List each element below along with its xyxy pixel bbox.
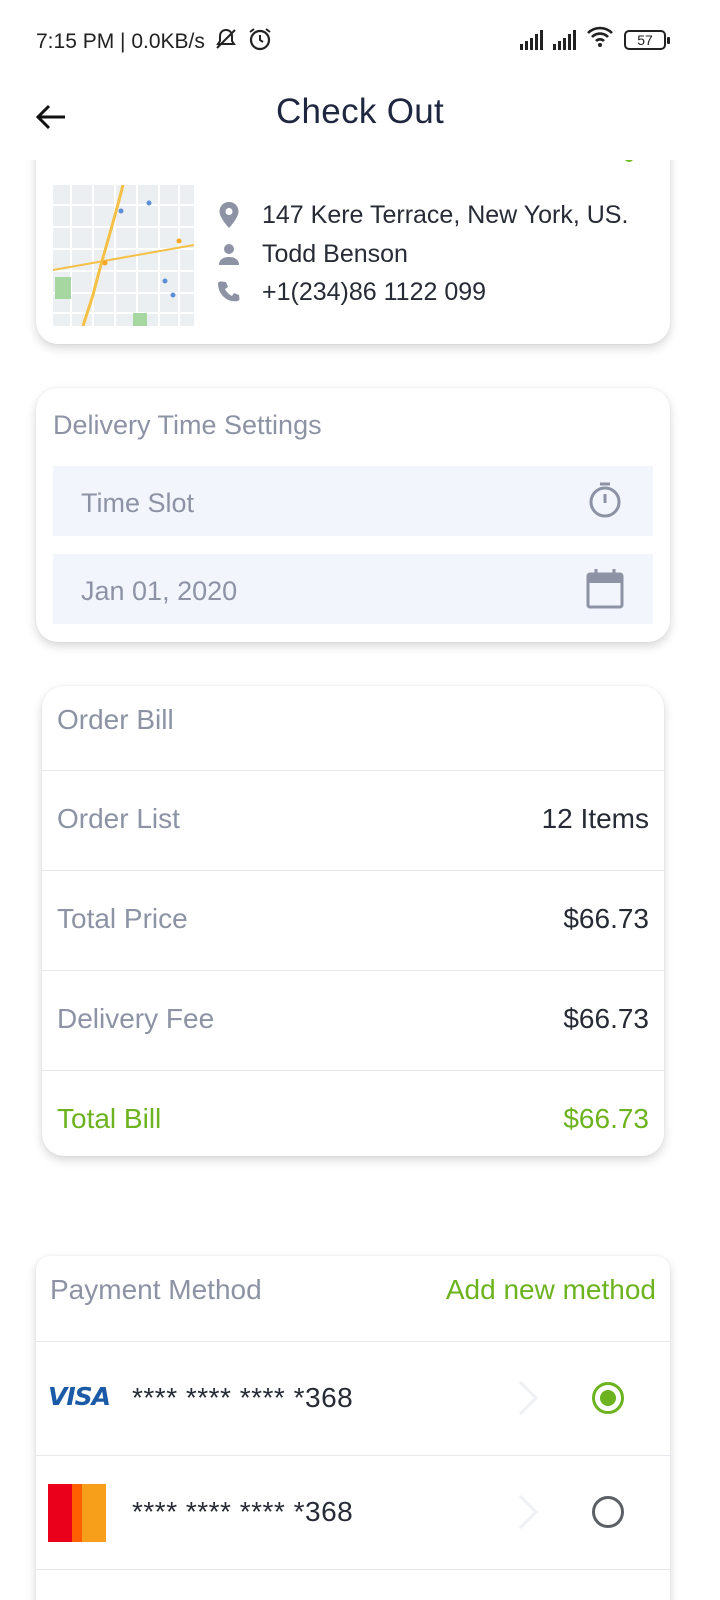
muted-bell-icon	[213, 27, 239, 57]
alarm-icon	[247, 26, 273, 58]
time-slot-field[interactable]: Time Slot	[53, 466, 653, 536]
total-bill-row: Total Bill $66.73	[42, 1070, 664, 1156]
payment-method-card: Payment Method Add new method VISA **** …	[36, 1256, 670, 1600]
payment-header: Payment Method Add new method	[36, 1256, 670, 1342]
delivery-time-title: Delivery Time Settings	[53, 410, 322, 440]
total-price-row: Total Price $66.73	[42, 870, 664, 970]
bill-row-value: 12 Items	[541, 803, 649, 834]
app-header: Check Out	[0, 80, 720, 160]
signal-icon	[520, 29, 543, 50]
address-phone: +1(234)86 1122 099	[262, 277, 487, 306]
payment-method-mastercard[interactable]: **** **** **** *368	[36, 1456, 670, 1570]
bill-row-value: $66.73	[563, 1003, 649, 1034]
battery-icon: 57	[624, 29, 670, 50]
status-time: 7:15 PM | 0.0KB/s	[36, 30, 205, 53]
address-street-row: 147 Kere Terrace, New York, US.	[214, 200, 628, 230]
delivery-fee-row: Delivery Fee $66.73	[42, 970, 664, 1070]
time-slot-label: Time Slot	[81, 488, 195, 518]
bill-row-label: Total Price	[57, 903, 188, 934]
phone-icon	[214, 277, 244, 307]
wifi-icon	[586, 26, 614, 53]
order-list-row[interactable]: Order List 12 Items	[42, 770, 664, 870]
bill-row-value: $66.73	[563, 1103, 649, 1134]
map-thumbnail[interactable]	[53, 185, 194, 326]
payment-radio-unselected[interactable]	[592, 1496, 624, 1528]
chevron-right-icon	[518, 1494, 539, 1530]
date-label: Jan 01, 2020	[81, 576, 238, 606]
person-icon	[214, 239, 244, 269]
add-new-method-link[interactable]: Add new method	[446, 1274, 656, 1306]
address-name-row: Todd Benson	[214, 239, 408, 269]
status-bar: 7:15 PM | 0.0KB/s 57	[0, 0, 720, 80]
visa-logo: VISA	[48, 1382, 111, 1411]
stopwatch-icon	[585, 480, 625, 520]
status-right: 57	[520, 26, 670, 53]
card-number: **** **** **** *368	[132, 1382, 354, 1413]
address-name: Todd Benson	[262, 239, 408, 268]
signal-icon	[553, 29, 576, 50]
card-number: **** **** **** *368	[132, 1496, 354, 1527]
order-bill-card: Order Bill Order List 12 Items Total Pri…	[42, 686, 664, 1156]
address-street: 147 Kere Terrace, New York, US.	[262, 200, 629, 229]
page-title: Check Out	[275, 92, 445, 131]
payment-radio-selected[interactable]	[592, 1382, 624, 1414]
mastercard-logo	[48, 1484, 106, 1542]
location-pin-icon	[214, 200, 244, 230]
bill-row-label: Order List	[57, 803, 180, 834]
bill-row-label: Delivery Fee	[57, 1003, 215, 1034]
delivery-time-card: Delivery Time Settings Time Slot Jan 01,…	[36, 388, 670, 642]
calendar-icon	[585, 568, 625, 609]
date-field[interactable]: Jan 01, 2020	[53, 554, 653, 624]
payment-method-visa[interactable]: VISA **** **** **** *368	[36, 1342, 670, 1456]
payment-title: Payment Method	[50, 1274, 262, 1305]
address-phone-row: +1(234)86 1122 099	[214, 277, 486, 307]
bill-row-label: Total Bill	[57, 1103, 162, 1134]
status-left: 7:15 PM | 0.0KB/s	[36, 26, 273, 58]
order-bill-title: Order Bill	[57, 704, 174, 735]
chevron-right-icon	[518, 1380, 539, 1416]
bill-row-value: $66.73	[563, 903, 649, 934]
